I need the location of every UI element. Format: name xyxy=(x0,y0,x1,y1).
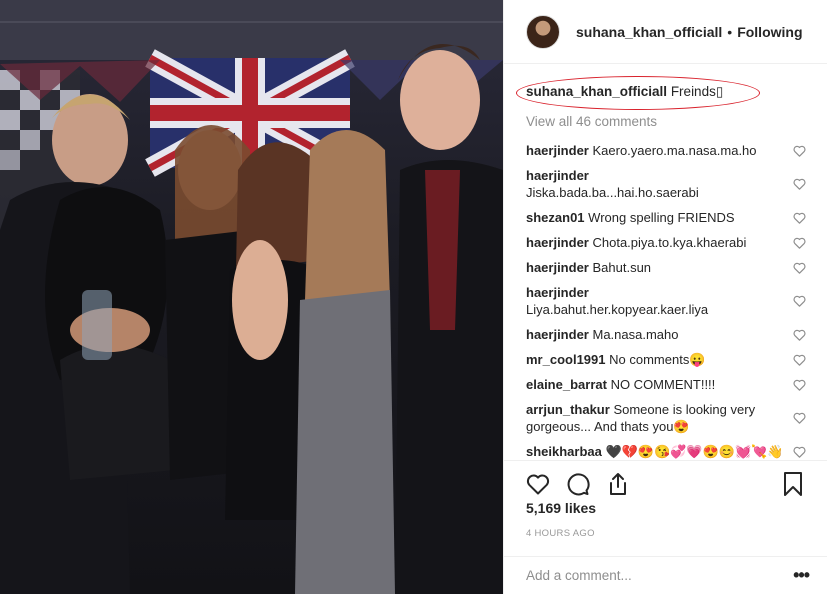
comment-text: Chota.piya.to.kya.khaerabi xyxy=(592,235,747,250)
comment-like-heart-icon[interactable] xyxy=(793,261,807,275)
comment-text: 🖤💔😍😘💞💗😍😊💓💘👋 xyxy=(605,444,784,459)
comment-text: Wrong spelling FRIENDS xyxy=(588,210,735,225)
comment-username[interactable]: haerjinder xyxy=(526,143,589,158)
comment-row: elaine_barrat NO COMMENT!!!! xyxy=(524,376,827,393)
comment-like-heart-icon[interactable] xyxy=(793,411,807,425)
comment-row: sheikharbaa 🖤💔😍😘💞💗😍😊💓💘👋 xyxy=(524,443,827,460)
comment-like-heart-icon[interactable] xyxy=(793,353,807,367)
post-header: suhana_khan_officiall • Following xyxy=(504,0,827,64)
comment-like-heart-icon[interactable] xyxy=(793,144,807,158)
share-icon[interactable] xyxy=(604,470,632,498)
post-sidebar: suhana_khan_officiall • Following suhana… xyxy=(503,0,827,594)
comment-row: mr_cool1991 No comments😛 xyxy=(524,351,827,368)
comment-username[interactable]: sheikharbaa xyxy=(526,444,602,459)
comment-text: Ma.nasa.maho xyxy=(592,327,679,342)
comment-row: haerjinder Liya.bahut.her.kopyear.kaer.li… xyxy=(524,284,827,318)
view-all-comments-link[interactable]: View all 46 comments xyxy=(524,112,827,132)
post-photo[interactable] xyxy=(0,0,503,594)
add-comment-input[interactable]: Add a comment... xyxy=(526,568,632,583)
comment-row: haerjinder Jiska.bada.ba...hai.ho.saerabi xyxy=(524,167,827,201)
comment-like-heart-icon[interactable] xyxy=(793,294,807,308)
comment-username[interactable]: haerjinder xyxy=(526,285,589,300)
bookmark-icon[interactable] xyxy=(779,470,807,498)
add-comment-bar: Add a comment... ••• xyxy=(504,556,827,594)
comment-icon[interactable] xyxy=(564,470,592,498)
comment-row: haerjinder Kaero.yaero.ma.nasa.ma.ho xyxy=(524,142,827,159)
comment-like-heart-icon[interactable] xyxy=(793,328,807,342)
action-bar xyxy=(504,460,827,500)
comment-text: Jiska.bada.ba...hai.ho.saerabi xyxy=(526,185,699,200)
comment-like-heart-icon[interactable] xyxy=(793,211,807,225)
following-button[interactable]: Following xyxy=(737,24,802,40)
comment-row: haerjinder Bahut.sun xyxy=(524,259,827,276)
caption-text: Freinds▯ xyxy=(670,84,724,99)
comment-row: haerjinder Chota.piya.to.kya.khaerabi xyxy=(524,234,827,251)
comment-username[interactable]: shezan01 xyxy=(526,210,585,225)
comment-row: shezan01 Wrong spelling FRIENDS xyxy=(524,209,827,226)
comment-text: No comments😛 xyxy=(609,352,706,367)
comment-username[interactable]: mr_cool1991 xyxy=(526,352,606,367)
comment-username[interactable]: haerjinder xyxy=(526,235,589,250)
post-timestamp: 4 HOURS AGO xyxy=(526,528,595,539)
comment-text: Liya.bahut.her.kopyear.kaer.liya xyxy=(526,302,709,317)
comment-like-heart-icon[interactable] xyxy=(793,378,807,392)
caption-username[interactable]: suhana_khan_officiall xyxy=(526,84,667,99)
more-options-icon[interactable]: ••• xyxy=(793,565,810,586)
header-separator: • xyxy=(727,23,733,40)
comment-text: NO COMMENT!!!! xyxy=(610,377,716,392)
likes-count[interactable]: 5,169 likes xyxy=(526,500,596,516)
comment-username[interactable]: haerjinder xyxy=(526,327,589,342)
comment-row: haerjinder Ma.nasa.maho xyxy=(524,326,827,343)
comment-username[interactable]: elaine_barrat xyxy=(526,377,607,392)
comment-username[interactable]: haerjinder xyxy=(526,168,589,183)
comment-username[interactable]: arrjun_thakur xyxy=(526,402,610,417)
avatar[interactable] xyxy=(526,14,560,49)
comment-like-heart-icon[interactable] xyxy=(793,445,807,459)
heart-icon[interactable] xyxy=(524,470,552,498)
header-username[interactable]: suhana_khan_officiall xyxy=(576,24,722,40)
comments-section[interactable]: suhana_khan_officiall Freinds▯ View all … xyxy=(504,64,827,460)
comment-text: Bahut.sun xyxy=(592,260,652,275)
comment-like-heart-icon[interactable] xyxy=(793,236,807,250)
caption: suhana_khan_officiall Freinds▯ xyxy=(516,76,827,112)
comment-text: Kaero.yaero.ma.nasa.ma.ho xyxy=(592,143,757,158)
comment-list: haerjinder Kaero.yaero.ma.nasa.ma.ho haer… xyxy=(524,142,827,460)
group-photo-illustration xyxy=(0,0,503,594)
comment-username[interactable]: haerjinder xyxy=(526,260,589,275)
comment-row: arrjun_thakur Someone is looking very go… xyxy=(524,401,827,435)
comment-like-heart-icon[interactable] xyxy=(793,177,807,191)
